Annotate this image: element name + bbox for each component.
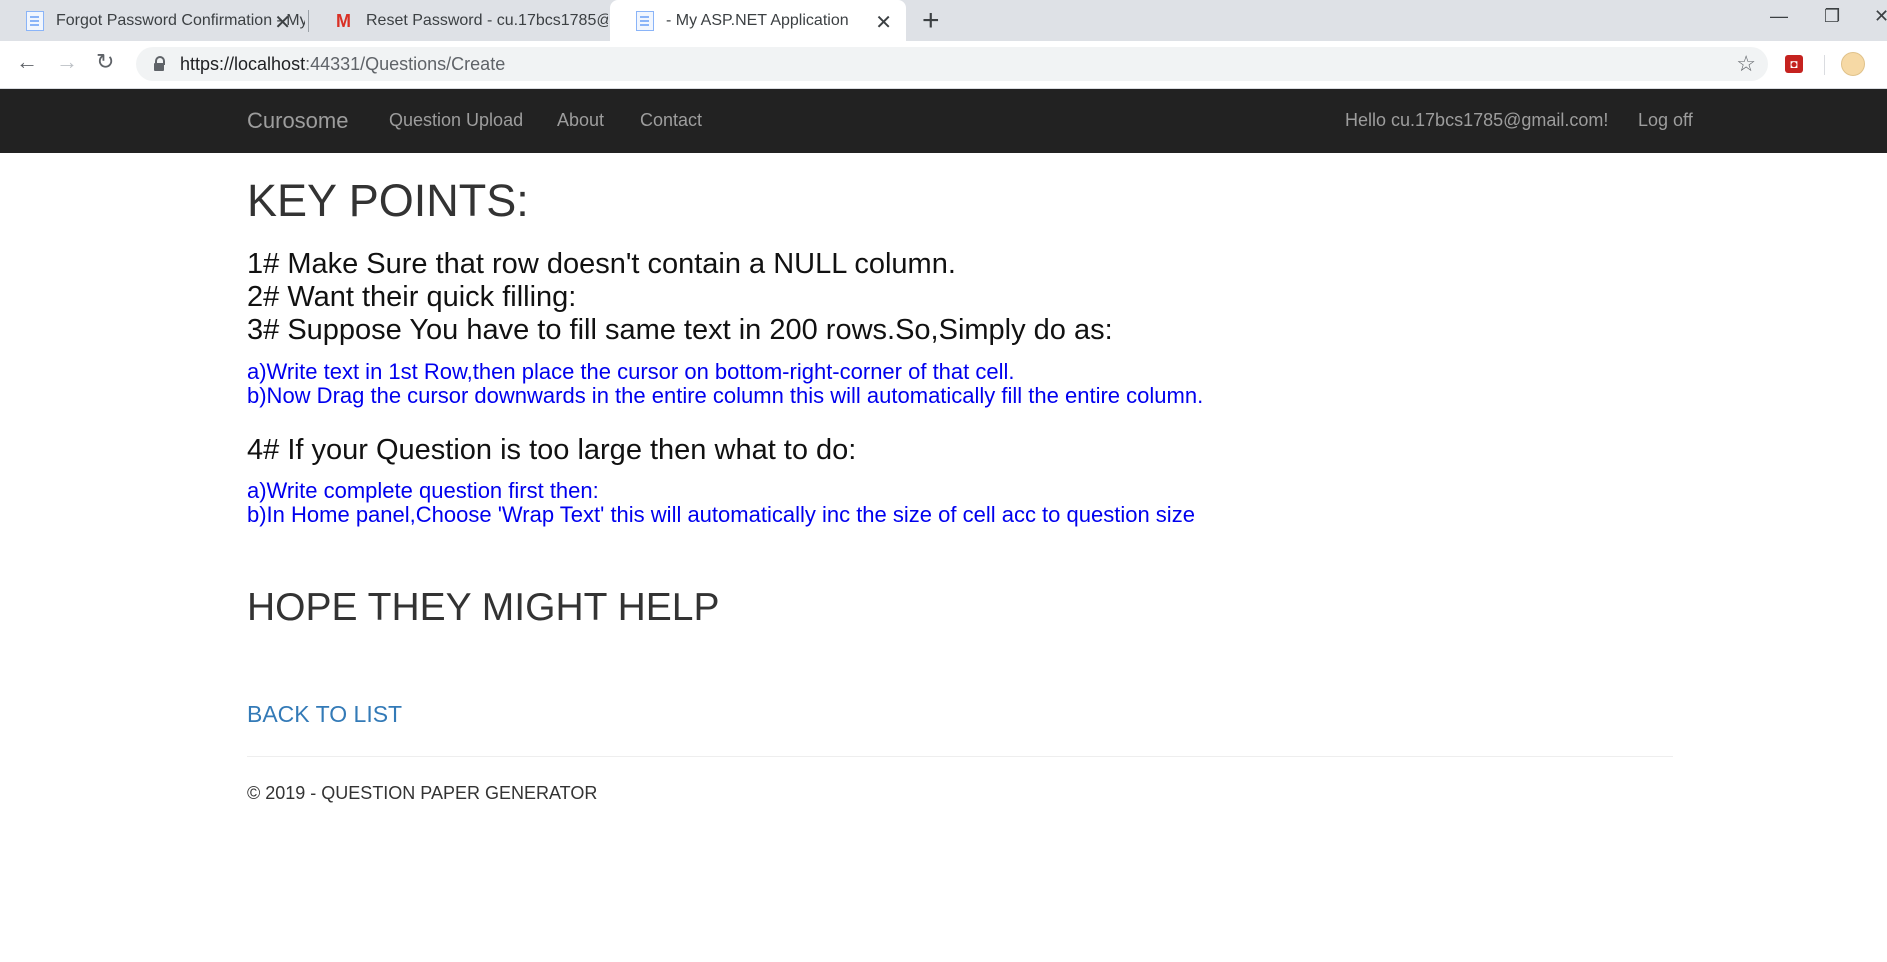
- browser-tab-forgot-password[interactable]: Forgot Password Confirmation - My ASP.NE…: [0, 0, 305, 41]
- browser-tab-active[interactable]: - My ASP.NET Application ✕: [610, 0, 906, 41]
- forward-arrow-icon[interactable]: →: [56, 49, 78, 75]
- lock-icon: [154, 55, 165, 71]
- browser-toolbar: ← → ↻ https://localhost:44331/Questions/…: [0, 41, 1887, 89]
- nav-question-upload[interactable]: Question Upload: [389, 110, 523, 131]
- key-point-1: 1# Make Sure that row doesn't contain a …: [247, 248, 956, 280]
- tab-title: - My ASP.NET Application: [666, 11, 849, 29]
- point4-step-b: b)In Home panel,Choose 'Wrap Text' this …: [247, 502, 1195, 527]
- nav-about[interactable]: About: [557, 110, 604, 131]
- point3-step-a: a)Write text in 1st Row,then place the c…: [247, 359, 1015, 384]
- gmail-icon: M: [336, 10, 351, 31]
- back-arrow-icon[interactable]: ←: [16, 49, 38, 75]
- browser-tabstrip: Forgot Password Confirmation - My ASP.NE…: [0, 0, 1887, 41]
- key-point-2: 2# Want their quick filling:: [247, 281, 577, 313]
- document-icon: [636, 10, 654, 31]
- nav-contact[interactable]: Contact: [640, 110, 702, 131]
- extension-icon[interactable]: ◘: [1785, 55, 1803, 73]
- new-tab-icon[interactable]: +: [922, 4, 940, 38]
- back-to-list-link[interactable]: BACK TO LIST: [247, 701, 402, 728]
- window-close-icon[interactable]: ✕: [1874, 6, 1887, 27]
- key-point-3: 3# Suppose You have to fill same text in…: [247, 314, 1113, 346]
- bookmark-star-icon[interactable]: ☆: [1736, 51, 1756, 77]
- page-title: KEY POINTS:: [247, 175, 529, 226]
- user-greeting[interactable]: Hello cu.17bcs1785@gmail.com!: [1345, 110, 1608, 131]
- key-point-4: 4# If your Question is too large then wh…: [247, 434, 857, 466]
- logoff-link[interactable]: Log off: [1638, 110, 1693, 131]
- footer-copyright: © 2019 - QUESTION PAPER GENERATOR: [247, 783, 598, 803]
- toolbar-separator: [1824, 55, 1825, 75]
- document-icon: [26, 10, 44, 31]
- address-bar[interactable]: https://localhost:44331/Questions/Create…: [136, 47, 1768, 81]
- closing-heading: HOPE THEY MIGHT HELP: [247, 586, 720, 629]
- close-icon[interactable]: ✕: [875, 10, 892, 35]
- footer-divider: [247, 756, 1673, 757]
- browser-tab-reset-password[interactable]: M Reset Password - cu.17bcs1785@gmail.co…: [310, 0, 608, 41]
- point3-step-b: b)Now Drag the cursor downwards in the e…: [247, 383, 1204, 408]
- site-navbar: Curosome Question Upload About Contact H…: [0, 89, 1887, 153]
- restore-icon[interactable]: ❐: [1824, 6, 1840, 27]
- tab-title: Forgot Password Confirmation - My ASP.NE…: [56, 11, 305, 29]
- url-text: https://localhost:44331/Questions/Create: [180, 53, 506, 74]
- point4-step-a: a)Write complete question first then:: [247, 478, 599, 503]
- profile-avatar-icon[interactable]: [1841, 52, 1865, 76]
- minimize-icon[interactable]: —: [1770, 6, 1788, 27]
- brand-link[interactable]: Curosome: [247, 108, 348, 134]
- reload-icon[interactable]: ↻: [96, 49, 114, 75]
- tab-separator: [308, 10, 309, 32]
- tab-title: Reset Password - cu.17bcs1785@gmail.com: [366, 11, 608, 29]
- close-icon[interactable]: ✕: [274, 10, 291, 35]
